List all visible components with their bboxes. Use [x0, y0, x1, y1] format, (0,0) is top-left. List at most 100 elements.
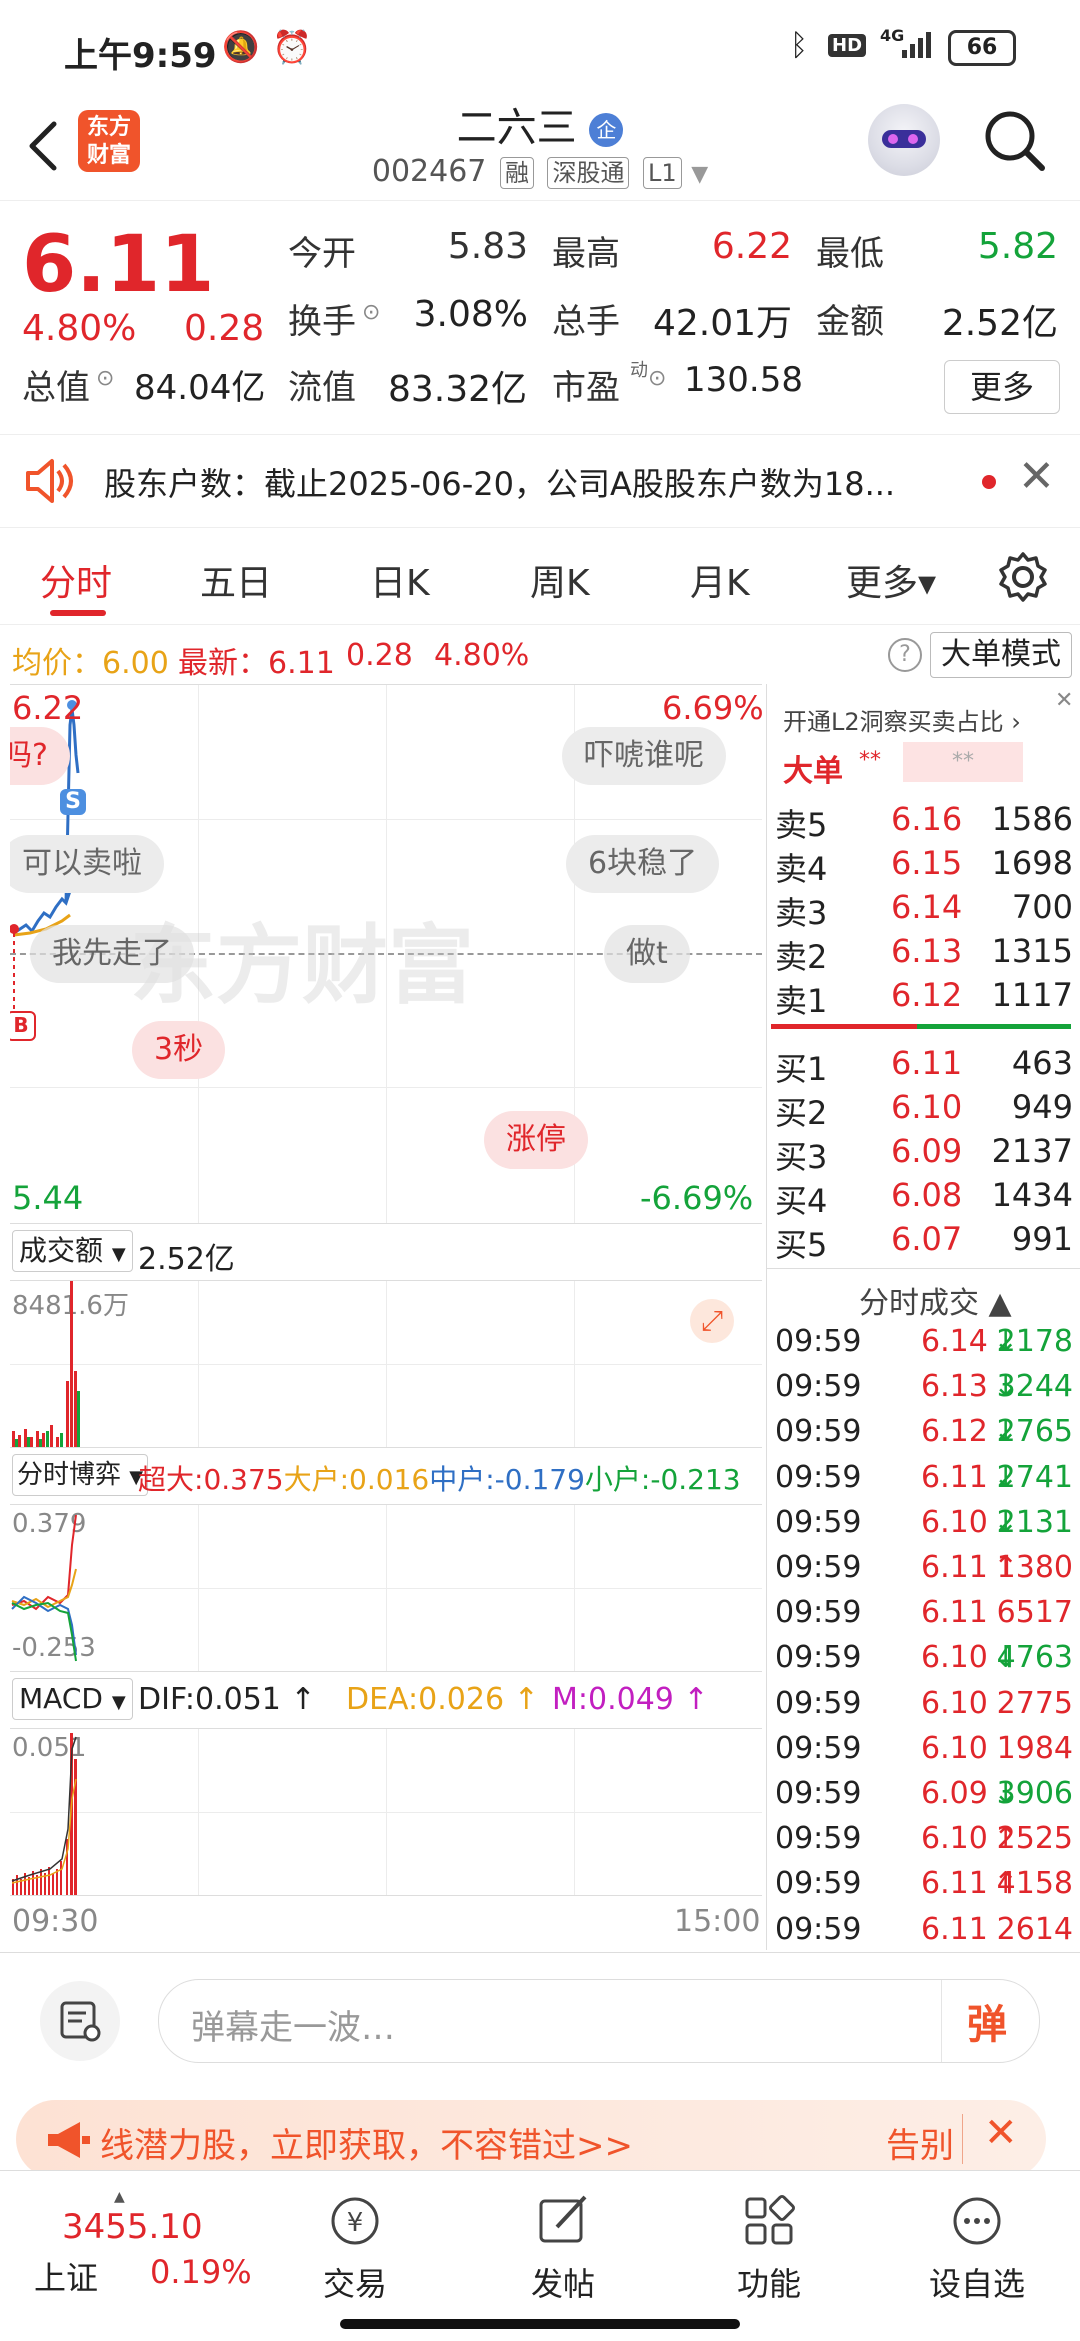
order-book-panel: 开通L2洞察买卖占比 › ✕ 大单 ** ** 卖5 6.16 1586 卖4 6.1… [766, 684, 1080, 1950]
ask-row[interactable]: 卖1 6.12 1117 [771, 972, 1080, 1020]
tick-row: 09:59 6.13 ↓ 3244 [771, 1365, 1080, 1410]
ticks-title-text: 分时成交 [859, 1286, 979, 1321]
big-label: 大户: [283, 1463, 350, 1496]
ticks-title[interactable]: 分时成交 ▲ [859, 1278, 1012, 1322]
tick-volume: 1984 [996, 1730, 1073, 1766]
tab-weekly-k[interactable]: 周K [530, 554, 590, 606]
time-axis-start: 09:30 [12, 1904, 99, 1939]
ad-banner[interactable]: 线潜力股，立即获取，不容错过>> 告别 ✕ [16, 2100, 1046, 2178]
big-order-mode-button[interactable]: 大单模式 [930, 632, 1072, 678]
volume-chart[interactable]: 8481.6万 ⤢ [10, 1280, 762, 1448]
quote-panel: 6.11 4.80% 0.28 今开 5.83 最高 6.22 最低 5.82 … [0, 200, 1080, 430]
settings-gear-icon[interactable] [996, 550, 1050, 604]
tab-monthly-k[interactable]: 月K [690, 554, 750, 606]
index-name: 上证 [34, 2259, 99, 2297]
tag-connect: 深股通 [547, 157, 630, 189]
tick-time: 09:59 [775, 1324, 862, 1359]
ask-volume: 1117 [991, 976, 1073, 1014]
tick-price: 6.14 [921, 1324, 988, 1359]
small-label: 小户: [584, 1463, 651, 1496]
nav-post[interactable]: 发帖 [488, 2171, 638, 2305]
volume-header: 成交额 ▼ 2.52亿 [10, 1224, 762, 1278]
info-icon[interactable]: ⊙ [362, 300, 380, 325]
super-label: 超大: [138, 1463, 204, 1496]
info-icon[interactable]: ⊙ [648, 366, 666, 391]
tick-price: 6.11 [921, 1459, 988, 1495]
tab-more[interactable]: 更多▾ [846, 554, 936, 606]
ask-price: 6.15 [891, 844, 963, 882]
l2-promo-link[interactable]: 开通L2洞察买卖占比 › [783, 702, 1021, 737]
danmaku-send-button[interactable]: 弹 [967, 1992, 1007, 2050]
tick-time: 09:59 [775, 1866, 862, 1902]
volume-value: 42.01万 [652, 303, 792, 344]
tab-daily-k[interactable]: 日K [370, 554, 430, 606]
tick-row: 09:59 6.10 2775 [771, 1682, 1080, 1727]
y-axis-bottom: 5.44 [12, 1179, 84, 1217]
bid-row[interactable]: 买3 6.09 2137 [771, 1128, 1080, 1176]
macd-chart[interactable]: 0.051 [10, 1728, 762, 1896]
tab-intraday[interactable]: 分时 [40, 554, 112, 606]
danmaku-settings-button[interactable] [40, 1981, 120, 2061]
ask-row[interactable]: 卖3 6.14 700 [771, 884, 1080, 932]
mid-label: 中户: [429, 1463, 495, 1496]
tick-time: 09:59 [775, 1685, 862, 1721]
more-button[interactable]: 更多 [944, 360, 1060, 414]
macd-indicator-select[interactable]: MACD ▼ [12, 1678, 133, 1720]
tag-margin: 融 [499, 157, 534, 189]
tick-volume: 2614 [996, 1911, 1073, 1947]
low-value: 5.82 [977, 226, 1058, 267]
help-icon[interactable]: ? [888, 638, 922, 672]
tick-row: 09:59 6.10 ↓ 4763 [771, 1636, 1080, 1681]
danmaku-bubble: 涨停 [484, 1111, 588, 1169]
buy-marker[interactable]: B [10, 1011, 36, 1041]
capital-game-chart[interactable]: 0.379 -0.253 [10, 1504, 762, 1672]
bid-price: 6.11 [891, 1044, 963, 1082]
ask-volume: 1315 [991, 932, 1073, 970]
index-value: 3455.10 [62, 2207, 203, 2247]
tick-row: 09:59 6.09 ↓ 3906 [771, 1772, 1080, 1817]
tick-volume: 3244 [996, 1369, 1073, 1405]
info-icon[interactable]: ⊙ [96, 366, 114, 391]
nav-functions[interactable]: 功能 [694, 2171, 844, 2305]
ask-row[interactable]: 卖5 6.16 1586 [771, 796, 1080, 844]
mute-bell-icon: 🔕 [222, 30, 260, 65]
pe-value: 130.58 [684, 360, 803, 400]
notice-bar[interactable]: 股东户数：截止2025-06-20，公司A股股东户数为18... ✕ [0, 434, 1080, 528]
bid-row[interactable]: 买1 6.11 463 [771, 1040, 1080, 1088]
bid-row[interactable]: 买4 6.08 1434 [771, 1172, 1080, 1220]
nav-trade[interactable]: ¥ 交易 [280, 2171, 430, 2305]
game-indicator-select[interactable]: 分时博弈 ▼ [12, 1454, 149, 1496]
search-icon[interactable] [982, 108, 1048, 174]
close-icon[interactable]: ✕ [984, 2110, 1018, 2156]
danmaku-bubble: 吗? [10, 727, 70, 785]
bid-row[interactable]: 买2 6.10 949 [771, 1084, 1080, 1132]
intraday-chart[interactable]: 东方财富 S B 6.22 6.69% 5.44 -6.69% 吗? 吓唬谁呢 … [10, 684, 762, 1224]
volume-total: 2.52亿 [138, 1242, 235, 1277]
robot-assistant-avatar[interactable] [868, 104, 940, 176]
grid-icon [745, 2195, 795, 2245]
change-value: 0.28 [184, 308, 265, 349]
ask-row[interactable]: 卖4 6.15 1698 [771, 840, 1080, 888]
ask-row[interactable]: 卖2 6.13 1315 [771, 928, 1080, 976]
volume-indicator-select[interactable]: 成交额 ▼ [12, 1230, 133, 1272]
nav-add-watchlist[interactable]: 设自选 [902, 2171, 1052, 2305]
tick-time: 09:59 [775, 1911, 862, 1947]
expand-icon[interactable]: ⤢ [690, 1299, 734, 1343]
dropdown-icon: ▼ [691, 162, 709, 187]
info-change: 0.28 [346, 638, 413, 673]
ask-ratio-bar [771, 1024, 917, 1029]
period-tabs: 分时 五日 日K 周K 月K 更多▾ [0, 530, 1080, 625]
index-ticker[interactable]: 3455.10 上证 0.19% ▲ [14, 2185, 252, 2305]
ask-volume: 1698 [991, 844, 1073, 882]
macd-header: MACD ▼ DIF:0.051 ↑ DEA:0.026 ↑ M:0.049 ↑ [10, 1672, 762, 1726]
close-icon[interactable]: ✕ [1055, 688, 1073, 713]
edit-icon [539, 2195, 587, 2243]
battery-level: 66 [966, 35, 998, 60]
bid-row[interactable]: 买5 6.07 991 [771, 1216, 1080, 1264]
close-icon[interactable]: ✕ [1018, 451, 1055, 502]
bid-ratio-bar [917, 1024, 1071, 1029]
danmaku-input[interactable]: 弹幕走一波… 弹 [158, 1979, 1040, 2063]
tab-five-day[interactable]: 五日 [200, 554, 272, 606]
sell-marker[interactable]: S [60, 789, 86, 815]
danmaku-placeholder: 弹幕走一波… [191, 2008, 395, 2048]
